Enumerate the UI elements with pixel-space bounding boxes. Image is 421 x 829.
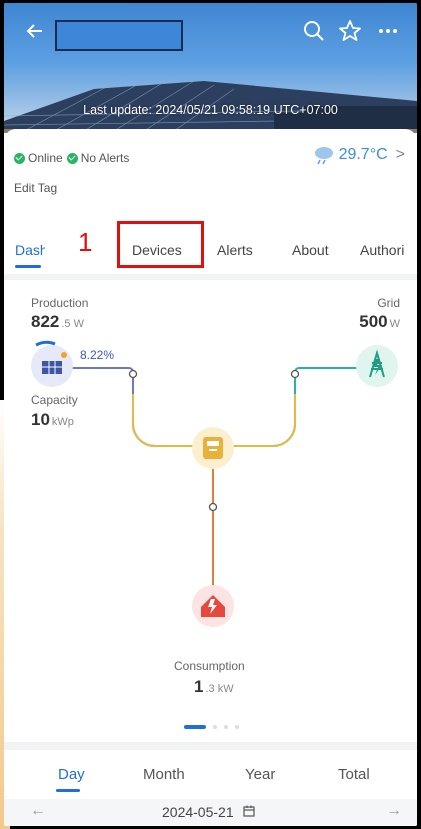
plant-card: Online No Alerts Edit Tag 29.7°C > Dash … xyxy=(4,129,417,826)
page-dot xyxy=(213,725,217,729)
tab-alerts[interactable]: Alerts xyxy=(217,242,253,258)
alerts-check-icon xyxy=(66,152,78,164)
period-total[interactable]: Total xyxy=(338,766,370,783)
tab-underline xyxy=(15,265,41,268)
capacity-label: Capacity xyxy=(31,393,78,407)
production-value: 822.5 W xyxy=(31,312,84,331)
alerts-status: No Alerts xyxy=(80,151,130,165)
period-underline xyxy=(56,789,80,792)
date-picker[interactable]: 2024-05-21 xyxy=(162,804,255,820)
next-date-arrow[interactable]: → xyxy=(386,802,402,820)
status-row: Online No Alerts xyxy=(14,151,129,165)
back-arrow-icon[interactable] xyxy=(26,21,44,45)
page-dot xyxy=(224,725,228,729)
more-icon[interactable] xyxy=(376,19,404,47)
online-status: Online xyxy=(28,151,63,165)
tab-dashboard[interactable]: Dash xyxy=(15,242,45,258)
tab-about[interactable]: About xyxy=(292,242,329,258)
period-month[interactable]: Month xyxy=(143,766,185,783)
chevron-right-icon: > xyxy=(395,146,405,163)
weather-widget[interactable]: 29.7°C > xyxy=(312,145,405,165)
phone-screen: Last update: 2024/05/21 09:58:19 UTC+07:… xyxy=(4,3,417,826)
page-dot-active xyxy=(184,725,206,729)
last-update-text: Last update: 2024/05/21 09:58:19 UTC+07:… xyxy=(83,103,338,117)
energy-flow-diagram: Production 822.5 W 8.22% Capacity 10 kWp … xyxy=(4,279,417,739)
online-check-icon xyxy=(14,152,25,164)
capacity-value: 10 kWp xyxy=(31,410,74,429)
annotation-box xyxy=(117,221,204,268)
tab-authorization[interactable]: Authori xyxy=(360,242,404,258)
period-year[interactable]: Year xyxy=(245,766,275,783)
search-icon[interactable] xyxy=(302,19,330,47)
period-day[interactable]: Day xyxy=(58,766,85,783)
page-dot xyxy=(235,725,239,729)
grid-label: Grid xyxy=(377,296,400,310)
rain-cloud-icon xyxy=(314,147,333,165)
edit-tag-link[interactable]: Edit Tag xyxy=(14,181,57,195)
consumption-label: Consumption xyxy=(174,659,245,673)
hero-banner: Last update: 2024/05/21 09:58:19 UTC+07:… xyxy=(4,3,417,133)
section-divider xyxy=(4,742,417,750)
grid-value: 500 W xyxy=(359,312,400,331)
annotation-label: 1 xyxy=(78,227,93,257)
production-label: Production xyxy=(31,296,89,310)
redacted-title xyxy=(55,20,183,51)
calendar-icon xyxy=(242,805,255,817)
production-percent: 8.22% xyxy=(80,348,115,362)
star-icon[interactable] xyxy=(338,19,366,47)
consumption-value: 1.3 kW xyxy=(194,677,234,696)
page-indicator xyxy=(184,725,239,729)
date-navigator: ← 2024-05-21 → xyxy=(4,799,417,826)
temperature: 29.7°C xyxy=(338,146,388,163)
solar-panels-image xyxy=(4,78,417,133)
tab-bar: Dash Devices Alerts About Authori xyxy=(4,234,417,280)
prev-date-arrow[interactable]: ← xyxy=(30,802,46,820)
date-value: 2024-05-21 xyxy=(162,804,234,820)
